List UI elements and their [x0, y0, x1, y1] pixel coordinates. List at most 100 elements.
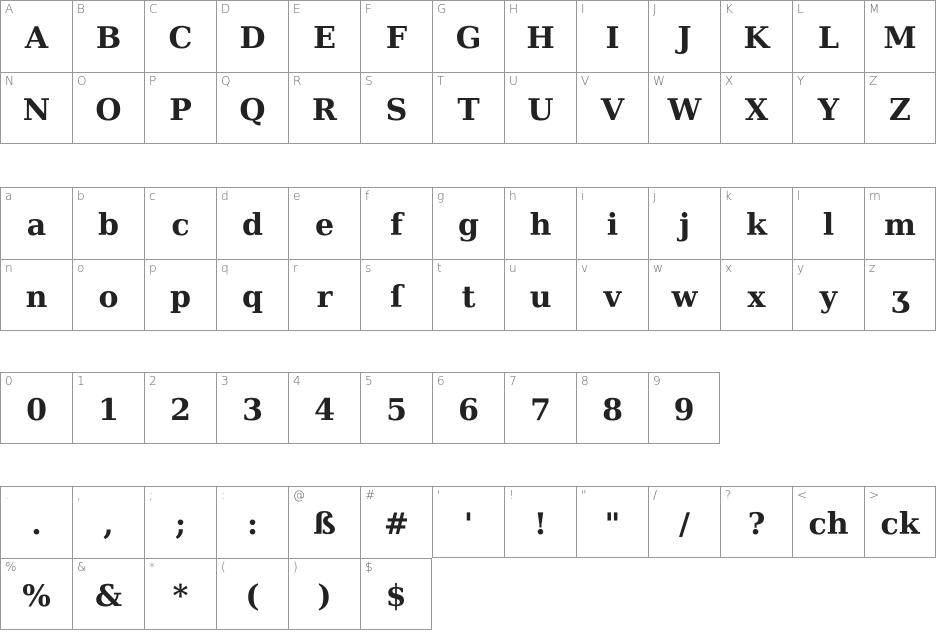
glyph-sample: 6 — [458, 393, 479, 428]
glyph-cell: OO — [72, 72, 144, 144]
char-label: i — [581, 189, 585, 203]
char-label: j — [653, 189, 657, 203]
char-label: o — [77, 261, 85, 275]
glyph-sample: h — [529, 208, 552, 243]
glyph-cell: CC — [144, 0, 216, 72]
glyph-sample: u — [529, 280, 552, 315]
glyph-sample: F — [385, 21, 408, 56]
glyph-cell: 88 — [576, 372, 648, 444]
glyph-sample: S — [385, 93, 408, 128]
glyph-cell: 22 — [144, 372, 216, 444]
glyph-sample: f — [390, 208, 403, 243]
glyph-sample: l — [822, 208, 835, 243]
glyph-cell: ee — [288, 187, 360, 259]
glyph-cell: # # — [360, 486, 432, 558]
glyph-cell: LL — [792, 0, 864, 72]
glyph-sample: D — [239, 21, 266, 56]
glyph-sample: 1 — [98, 393, 119, 428]
glyph-cell: AA — [0, 0, 72, 72]
glyph-cell: JJ — [648, 0, 720, 72]
glyph-sample: O — [95, 93, 122, 128]
glyph-cell: YY — [792, 72, 864, 144]
glyph-cell: uu — [504, 259, 576, 331]
glyph-cell: $ $ — [360, 558, 432, 630]
glyph-sample: . — [31, 507, 42, 542]
char-label: J — [653, 2, 657, 16]
glyph-cell: < ch — [792, 486, 864, 558]
char-label: v — [581, 261, 589, 275]
glyph-sample: x — [747, 280, 766, 315]
section-lowercase: aabbccddeeffgghhiijjkkllmmnnooppqqrrsſtt… — [0, 187, 936, 331]
char-label: c — [149, 189, 156, 203]
char-label: p — [149, 261, 157, 275]
glyph-sample: H — [526, 21, 555, 56]
glyph-sample: n — [25, 280, 48, 315]
char-label: e — [293, 189, 301, 203]
glyph-sample: K — [743, 21, 770, 56]
char-label: F — [365, 2, 372, 16]
glyph-sample: ) — [317, 579, 332, 614]
glyph-sample: $ — [385, 579, 407, 614]
glyph-sample: b — [98, 208, 119, 243]
char-label: L — [797, 2, 804, 16]
char-label: A — [5, 2, 14, 16]
char-label: @ — [293, 488, 305, 502]
char-label: w — [653, 261, 663, 275]
char-label: T — [437, 74, 445, 88]
glyph-cell: / / — [648, 486, 720, 558]
glyph-sample: 2 — [170, 393, 191, 428]
glyph-sample: ! — [533, 507, 548, 542]
char-label: f — [365, 189, 370, 203]
glyph-cell: TT — [432, 72, 504, 144]
glyph-sample: I — [605, 21, 620, 56]
char-label: 5 — [365, 374, 373, 388]
glyph-cell: 44 — [288, 372, 360, 444]
char-label: n — [5, 261, 13, 275]
glyph-cell: %% — [0, 558, 72, 630]
glyph-cell: & & — [72, 558, 144, 630]
glyph-cell: WW — [648, 72, 720, 144]
char-label: 1 — [77, 374, 85, 388]
glyph-cell: 77 — [504, 372, 576, 444]
glyph-cell: !! — [504, 486, 576, 558]
glyph-sample: T — [457, 93, 480, 128]
char-label: W — [653, 74, 665, 88]
glyph-sample: r — [316, 280, 333, 315]
glyph-cell: ?? — [720, 486, 792, 558]
char-label: & — [77, 560, 87, 574]
glyph-cell: dd — [216, 187, 288, 259]
glyph-cell: hh — [504, 187, 576, 259]
glyph-cell: XX — [720, 72, 792, 144]
char-label: % — [5, 560, 17, 574]
glyph-cell: EE — [288, 0, 360, 72]
glyph-sample: X — [744, 93, 769, 128]
glyph-cell: VV — [576, 72, 648, 144]
char-label: 8 — [581, 374, 589, 388]
glyph-cell: PP — [144, 72, 216, 144]
glyph-cell: KK — [720, 0, 792, 72]
char-label: y — [797, 261, 805, 275]
char-label: a — [5, 189, 13, 203]
glyph-sample: ß — [313, 507, 336, 542]
glyph-cell: gg — [432, 187, 504, 259]
glyph-cell: nn — [0, 259, 72, 331]
char-label: m — [869, 189, 881, 203]
glyph-cell: mm — [864, 187, 936, 259]
glyph-sample: k — [746, 208, 767, 243]
glyph-cell: ii — [576, 187, 648, 259]
char-label: X — [725, 74, 734, 88]
glyph-sample: w — [671, 280, 698, 315]
glyph-cell: pp — [144, 259, 216, 331]
glyph-sample: t — [461, 280, 476, 315]
glyph-sample: ʒ — [891, 280, 909, 315]
glyph-cell: NN — [0, 72, 72, 144]
char-label: H — [509, 2, 519, 16]
glyph-cell: tt — [432, 259, 504, 331]
char-label: I — [581, 2, 585, 16]
char-label: 4 — [293, 374, 301, 388]
char-label: 0 — [5, 374, 13, 388]
glyph-cell: (( — [216, 558, 288, 630]
glyph-sample: v — [603, 280, 622, 315]
glyph-cell: qq — [216, 259, 288, 331]
glyph-cell: ll — [792, 187, 864, 259]
